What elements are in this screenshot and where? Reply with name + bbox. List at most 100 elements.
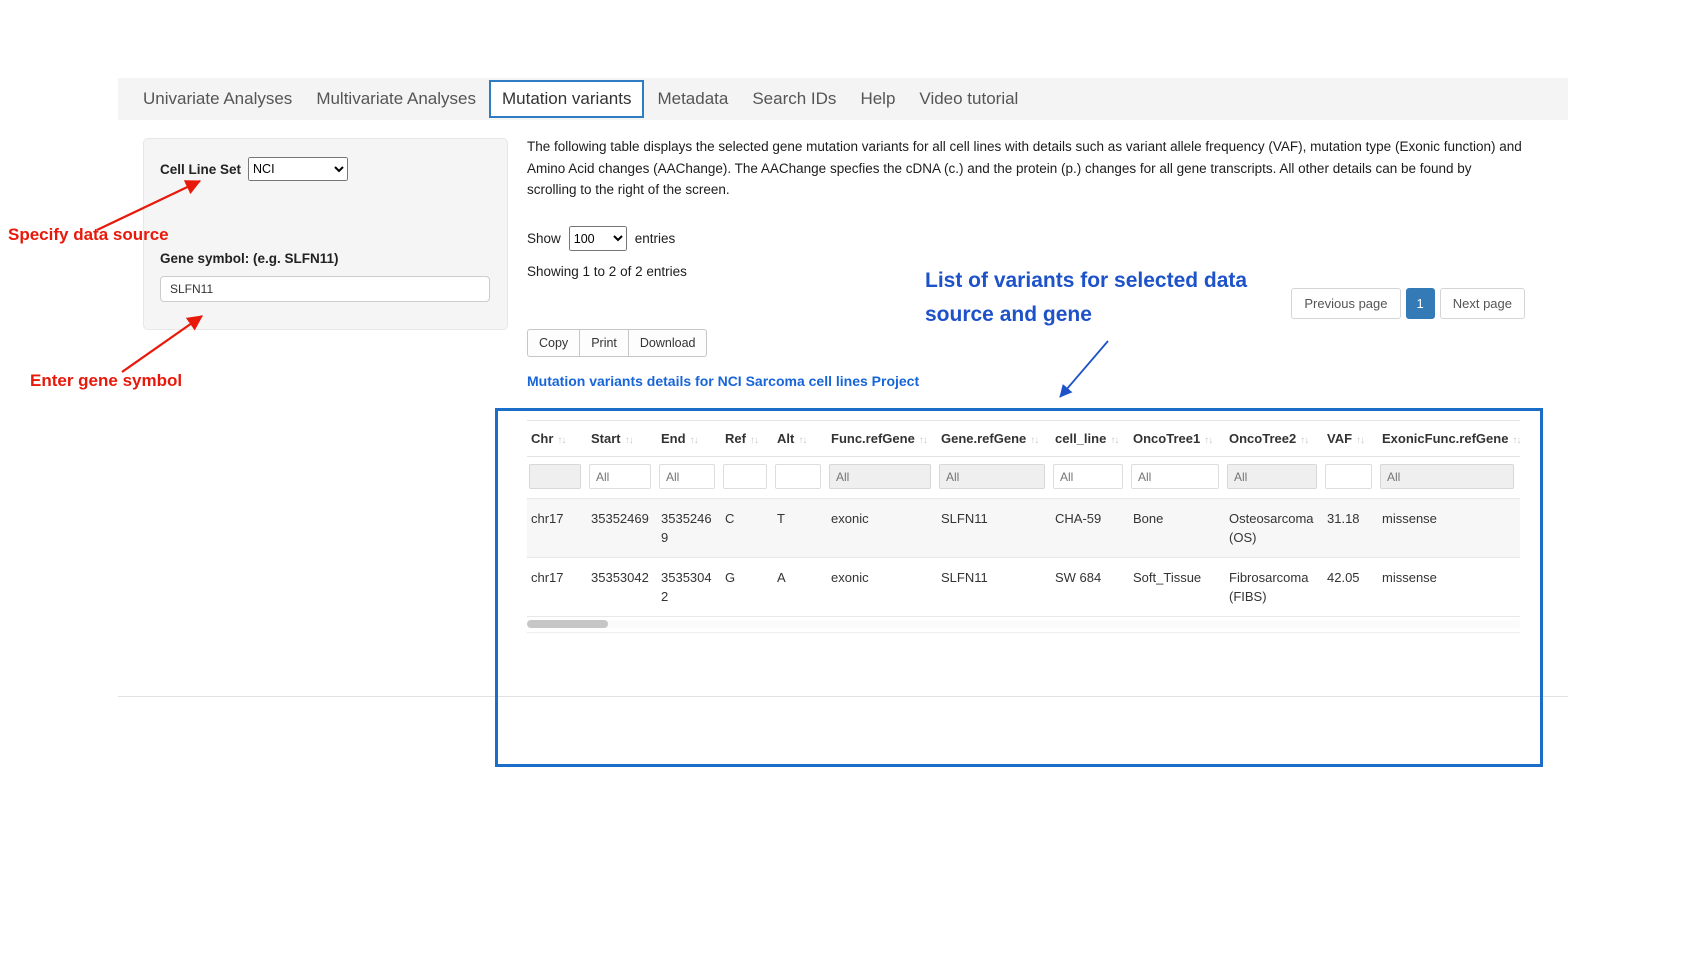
column-header-cell-line[interactable]: cell_line↑↓ xyxy=(1051,421,1129,457)
table-title: Mutation variants details for NCI Sarcom… xyxy=(527,373,919,389)
main-nav: Univariate Analyses Multivariate Analyse… xyxy=(118,78,1568,120)
variants-table: Chr↑↓ Start↑↓ End↑↓ Ref↑↓ Alt↑↓ Func.ref… xyxy=(527,420,1520,617)
sort-icon: ↑↓ xyxy=(1110,435,1118,446)
sort-icon: ↑↓ xyxy=(798,435,806,446)
cell-exonicfunc-refgene: missense xyxy=(1378,558,1520,617)
tab-metadata[interactable]: Metadata xyxy=(645,80,740,118)
show-label: Show xyxy=(527,231,561,246)
export-button-group: Copy Print Download xyxy=(527,329,707,357)
column-header-vaf[interactable]: VAF↑↓ xyxy=(1323,421,1378,457)
column-header-exonicfunc-refgene[interactable]: ExonicFunc.refGene↑↓ xyxy=(1378,421,1520,457)
sort-icon: ↑↓ xyxy=(919,435,927,446)
cell-ref: C xyxy=(721,499,773,558)
cell-start: 35353042 xyxy=(587,558,657,617)
cell-exonicfunc-refgene: missense xyxy=(1378,499,1520,558)
column-header-alt[interactable]: Alt↑↓ xyxy=(773,421,827,457)
tab-search-ids[interactable]: Search IDs xyxy=(740,80,848,118)
tab-univariate-analyses[interactable]: Univariate Analyses xyxy=(131,80,304,118)
sort-icon: ↑↓ xyxy=(1356,435,1364,446)
filter-alt[interactable] xyxy=(775,464,821,489)
table-filter-row xyxy=(527,457,1520,499)
sort-icon: ↑↓ xyxy=(1300,435,1308,446)
cell-line-set-select[interactable]: NCI xyxy=(248,157,348,181)
sort-icon: ↑↓ xyxy=(557,435,565,446)
gene-symbol-label: Gene symbol: (e.g. SLFN11) xyxy=(160,251,491,266)
tab-help[interactable]: Help xyxy=(848,80,907,118)
filter-oncotree1[interactable] xyxy=(1131,464,1219,489)
filter-ref[interactable] xyxy=(723,464,767,489)
cell-gene-refgene: SLFN11 xyxy=(937,499,1051,558)
filter-vaf[interactable] xyxy=(1325,464,1372,489)
filter-func-refgene[interactable] xyxy=(829,464,931,489)
download-button[interactable]: Download xyxy=(629,329,708,357)
column-header-oncotree2[interactable]: OncoTree2↑↓ xyxy=(1225,421,1323,457)
column-header-ref[interactable]: Ref↑↓ xyxy=(721,421,773,457)
cell-alt: T xyxy=(773,499,827,558)
pagination: Previous page 1 Next page xyxy=(1291,288,1525,319)
column-header-start[interactable]: Start↑↓ xyxy=(587,421,657,457)
cell-chr: chr17 xyxy=(527,558,587,617)
table-bottom-line xyxy=(527,632,1520,633)
entries-label: entries xyxy=(635,231,676,246)
cell-vaf: 42.05 xyxy=(1323,558,1378,617)
table-row: chr17 35353042 35353042 G A exonic SLFN1… xyxy=(527,558,1520,617)
table-header-row: Chr↑↓ Start↑↓ End↑↓ Ref↑↓ Alt↑↓ Func.ref… xyxy=(527,421,1520,457)
scrollbar-thumb[interactable] xyxy=(527,620,608,628)
copy-button[interactable]: Copy xyxy=(527,329,580,357)
show-entries-control: Show 100 entries xyxy=(527,226,675,251)
column-header-chr[interactable]: Chr↑↓ xyxy=(527,421,587,457)
table-row: chr17 35352469 35352469 C T exonic SLFN1… xyxy=(527,499,1520,558)
variants-table-container: Chr↑↓ Start↑↓ End↑↓ Ref↑↓ Alt↑↓ Func.ref… xyxy=(527,420,1520,633)
page: Univariate Analyses Multivariate Analyse… xyxy=(0,0,1700,956)
annotation-enter-gene-symbol: Enter gene symbol xyxy=(30,371,182,391)
cell-vaf: 31.18 xyxy=(1323,499,1378,558)
filter-chr[interactable] xyxy=(529,464,581,489)
cell-oncotree2: Fibrosarcoma (FIBS) xyxy=(1225,558,1323,617)
cell-start: 35352469 xyxy=(587,499,657,558)
cell-func-refgene: exonic xyxy=(827,558,937,617)
column-header-end[interactable]: End↑↓ xyxy=(657,421,721,457)
next-page-button[interactable]: Next page xyxy=(1440,288,1525,319)
tab-video-tutorial[interactable]: Video tutorial xyxy=(907,80,1030,118)
annotation-specify-data-source: Specify data source xyxy=(8,225,169,245)
tab-multivariate-analyses[interactable]: Multivariate Analyses xyxy=(304,80,488,118)
print-button[interactable]: Print xyxy=(580,329,629,357)
arrow-variants-list xyxy=(1060,341,1108,397)
filter-gene-refgene[interactable] xyxy=(939,464,1045,489)
show-entries-select[interactable]: 100 xyxy=(569,226,627,251)
page-1-button[interactable]: 1 xyxy=(1406,288,1435,319)
cell-alt: A xyxy=(773,558,827,617)
filter-exonicfunc-refgene[interactable] xyxy=(1380,464,1514,489)
showing-entries-text: Showing 1 to 2 of 2 entries xyxy=(527,264,687,279)
column-header-gene-refgene[interactable]: Gene.refGene↑↓ xyxy=(937,421,1051,457)
gene-symbol-input[interactable] xyxy=(160,276,490,302)
column-header-func-refgene[interactable]: Func.refGene↑↓ xyxy=(827,421,937,457)
cell-cell-line: SW 684 xyxy=(1051,558,1129,617)
filter-start[interactable] xyxy=(589,464,651,489)
tab-mutation-variants[interactable]: Mutation variants xyxy=(489,80,644,118)
cell-func-refgene: exonic xyxy=(827,499,937,558)
filter-end[interactable] xyxy=(659,464,715,489)
filter-oncotree2[interactable] xyxy=(1227,464,1317,489)
sort-icon: ↑↓ xyxy=(625,435,633,446)
sort-icon: ↑↓ xyxy=(750,435,758,446)
cell-oncotree2: Osteosarcoma (OS) xyxy=(1225,499,1323,558)
cell-end: 35352469 xyxy=(657,499,721,558)
cell-line-set-label: Cell Line Set xyxy=(160,162,241,177)
sort-icon: ↑↓ xyxy=(690,435,698,446)
cell-gene-refgene: SLFN11 xyxy=(937,558,1051,617)
column-header-oncotree1[interactable]: OncoTree1↑↓ xyxy=(1129,421,1225,457)
annotation-variants-note: List of variants for selected data sourc… xyxy=(925,264,1317,332)
table-description-text: The following table displays the selecte… xyxy=(527,136,1523,201)
cell-cell-line: CHA-59 xyxy=(1051,499,1129,558)
input-panel: Cell Line Set NCI Gene symbol: (e.g. SLF… xyxy=(143,138,508,330)
filter-cell-line[interactable] xyxy=(1053,464,1123,489)
table-horizontal-scrollbar[interactable] xyxy=(527,620,1520,628)
cell-chr: chr17 xyxy=(527,499,587,558)
cell-oncotree1: Bone xyxy=(1129,499,1225,558)
sort-icon: ↑↓ xyxy=(1204,435,1212,446)
cell-end: 35353042 xyxy=(657,558,721,617)
cell-ref: G xyxy=(721,558,773,617)
content-divider xyxy=(118,696,1568,697)
sort-icon: ↑↓ xyxy=(1030,435,1038,446)
